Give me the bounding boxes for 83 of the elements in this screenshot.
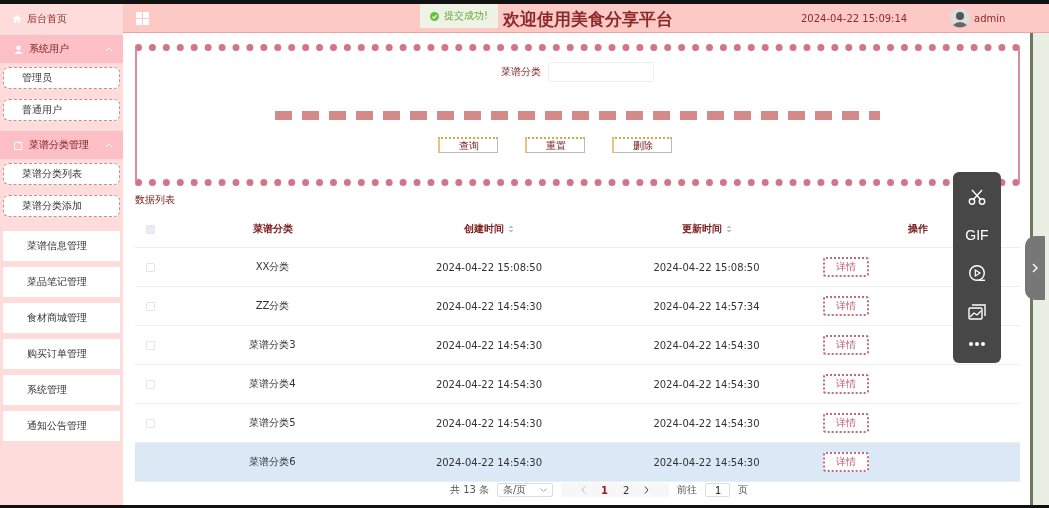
action-button[interactable]: 删除 — [612, 137, 672, 153]
avatar[interactable] — [950, 8, 970, 28]
checkbox[interactable] — [145, 418, 155, 428]
detail-button[interactable]: 详情 — [823, 413, 869, 433]
sort-icon[interactable] — [725, 225, 732, 233]
goto-label: 前往 — [677, 483, 698, 497]
detail-button[interactable]: 详情 — [823, 296, 869, 316]
menu-item[interactable]: 菜品笔记管理 — [3, 267, 120, 297]
page-size-select[interactable]: 条/页 — [497, 483, 554, 497]
toast-message: 提交成功! — [444, 9, 488, 23]
page-suffix: 页 — [738, 483, 749, 497]
side-tab[interactable] — [1025, 236, 1045, 300]
checkbox[interactable] — [145, 379, 155, 389]
page-number[interactable]: 1 — [601, 484, 609, 496]
chevron-icon — [1032, 263, 1038, 273]
checkbox[interactable] — [145, 224, 155, 234]
menu-item[interactable]: 系统管理 — [3, 375, 120, 405]
checkbox[interactable] — [145, 301, 155, 311]
home-icon — [12, 13, 22, 24]
checkbox[interactable] — [145, 262, 155, 272]
table-cell: 2024-04-22 14:54:30 — [653, 378, 760, 390]
menu-item[interactable]: 普通用户 — [3, 99, 120, 121]
home-link[interactable]: 后台首页 — [27, 11, 67, 26]
menu-group[interactable]: 系统用户 — [0, 35, 123, 63]
table-cell: 菜谱分类3 — [249, 338, 296, 352]
field-label: 菜谱分类 — [501, 65, 541, 79]
menu-item[interactable]: 菜谱分类添加 — [3, 195, 120, 217]
menu-item[interactable]: 食材商城管理 — [3, 303, 120, 333]
table-cell: XX分类 — [255, 260, 290, 274]
page-number[interactable]: 2 — [623, 484, 630, 496]
action-button[interactable]: 查询 — [438, 137, 498, 153]
detail-button[interactable]: 详情 — [823, 257, 869, 277]
menu-item[interactable]: 菜谱信息管理 — [3, 231, 120, 261]
column-header: 操作 — [907, 222, 928, 236]
detail-button[interactable]: 详情 — [823, 452, 869, 472]
total-count: 共 13 条 — [450, 483, 490, 497]
checkbox[interactable] — [145, 340, 155, 350]
table-cell: 2024-04-22 14:54:30 — [435, 378, 543, 390]
user-name[interactable]: admin — [974, 12, 1006, 24]
caret-icon — [105, 142, 113, 148]
note-icon — [14, 140, 23, 150]
column-header: 更新时间 — [681, 222, 722, 236]
menu-item[interactable]: 购买订单管理 — [3, 339, 120, 369]
datetime: 2024-04-22 15:09:14 — [801, 12, 908, 24]
table-cell: 2024-04-22 14:54:30 — [653, 339, 760, 351]
table-cell: 菜谱分类5 — [249, 416, 296, 430]
menu-item[interactable]: 菜谱分类列表 — [3, 163, 120, 185]
detail-button[interactable]: 详情 — [823, 335, 869, 355]
table-cell: 2024-04-22 14:57:34 — [653, 300, 760, 312]
table-cell: 2024-04-22 15:08:50 — [435, 261, 543, 273]
menu-item[interactable]: 管理员 — [3, 67, 120, 89]
caret-icon — [540, 488, 548, 492]
detail-button[interactable]: 详情 — [823, 374, 869, 394]
caret-icon — [105, 46, 113, 52]
table-cell: 2024-04-22 14:54:30 — [435, 456, 543, 468]
column-header: 创建时间 — [464, 222, 504, 236]
success-icon — [430, 11, 439, 21]
column-header: 菜谱分类 — [252, 222, 293, 236]
menu-group[interactable]: 菜谱分类管理 — [0, 131, 123, 159]
menu-item[interactable]: 通知公告管理 — [3, 411, 120, 441]
next-icon[interactable] — [644, 486, 650, 494]
grid-icon[interactable] — [136, 11, 149, 25]
page-title: 欢迎使用美食分享平台 — [503, 8, 673, 31]
image-icon[interactable] — [968, 304, 986, 321]
sort-icon[interactable] — [508, 225, 514, 233]
page-input[interactable]: 1 — [705, 483, 731, 497]
user-icon — [14, 44, 23, 54]
more-icon[interactable] — [969, 342, 985, 347]
gif-button[interactable]: GIF — [965, 226, 989, 243]
table-cell: 2024-04-22 15:08:50 — [653, 261, 760, 273]
scissors-icon[interactable] — [968, 188, 986, 205]
table-cell: 2024-04-22 14:54:30 — [435, 339, 543, 351]
table-cell: ZZ分类 — [255, 299, 290, 313]
action-button[interactable]: 重置 — [525, 137, 585, 153]
table-cell: 菜谱分类4 — [249, 377, 296, 391]
previous-icon[interactable] — [581, 486, 587, 494]
list-title: 数据列表 — [135, 193, 175, 207]
record-icon[interactable] — [968, 264, 986, 283]
table-cell: 2024-04-22 14:54:30 — [653, 456, 760, 468]
table-cell: 菜谱分类6 — [249, 455, 296, 469]
table-cell: 2024-04-22 14:54:30 — [435, 300, 543, 312]
table-cell: 2024-04-22 14:54:30 — [435, 417, 543, 429]
table-cell: 2024-04-22 14:54:30 — [653, 417, 760, 429]
